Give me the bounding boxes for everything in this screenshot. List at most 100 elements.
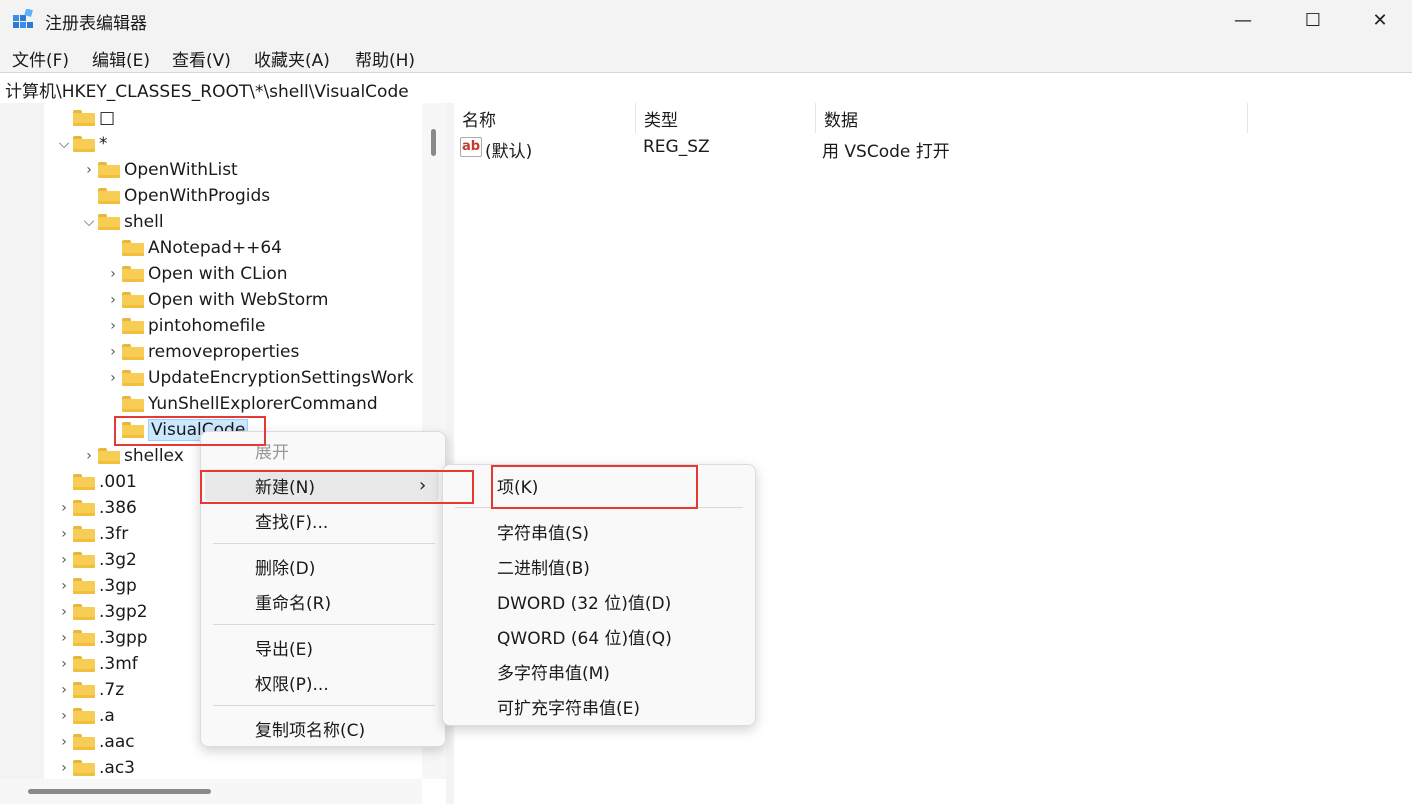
chevron-right-icon[interactable]: › [104,313,122,339]
maximize-icon: ☐ [1304,9,1322,31]
tree-item[interactable]: › .aac [55,729,135,755]
chevron-right-icon[interactable]: › [104,365,122,391]
chevron-right-icon[interactable]: › [55,677,73,703]
tree-item-label: □ [99,108,116,128]
tree-item[interactable]: › UpdateEncryptionSettingsWork [104,365,413,391]
tree-item[interactable]: › .3gp2 [55,599,148,625]
chevron-right-icon[interactable]: › [55,729,73,755]
chevron-right-icon[interactable]: › [104,261,122,287]
menu-bar: 文件(F) 编辑(E) 查看(V) 收藏夹(A) 帮助(H) [0,40,1412,72]
tree-item[interactable]: › .3gp [55,573,137,599]
tree-item-label: .aac [99,732,135,752]
menu-item-rename[interactable]: 重命名(R) [255,585,331,617]
menu-separator [213,543,435,544]
column-header-type[interactable]: 类型 [636,103,816,133]
menu-favorites[interactable]: 收藏夹(A) [254,46,330,71]
tree-item-label: .3fr [99,524,129,544]
tree-item[interactable]: › .3gpp [55,625,148,651]
submenu-item-multi-string[interactable]: 多字符串值(M) [497,655,610,687]
address-path[interactable]: 计算机\HKEY_CLASSES_ROOT\*\shell\VisualCode [5,77,409,102]
tree-item[interactable]: □ [55,105,115,131]
tree-item[interactable]: YunShellExplorerCommand [104,391,378,417]
tree-item-shell[interactable]: ⌵ shell [80,209,164,235]
tree-item[interactable]: › shellex [80,443,184,469]
chevron-right-icon[interactable]: › [55,495,73,521]
folder-icon [122,396,144,412]
address-bar[interactable]: 计算机\HKEY_CLASSES_ROOT\*\shell\VisualCode [0,72,1412,104]
tree-item[interactable]: › .386 [55,495,137,521]
tree-item[interactable]: OpenWithProgids [80,183,270,209]
chevron-right-icon[interactable]: › [104,339,122,365]
folder-icon [73,604,95,620]
tree-item[interactable]: › Open with CLion [104,261,288,287]
tree-item[interactable]: › .a [55,703,115,729]
menu-item-export[interactable]: 导出(E) [255,631,313,663]
tree-item-label: .3gp2 [99,602,148,622]
maximize-button[interactable]: ☐ [1278,0,1348,40]
chevron-right-icon[interactable]: › [55,651,73,677]
menu-view[interactable]: 查看(V) [172,46,231,71]
chevron-right-icon[interactable]: › [55,599,73,625]
tree-item[interactable]: › .ac3 [55,755,135,781]
folder-icon [73,630,95,646]
scrollbar-thumb[interactable] [431,129,436,156]
tree-item[interactable]: › .3fr [55,521,128,547]
tree-item-star[interactable]: ⌵ * [55,131,108,157]
scrollbar-thumb[interactable] [28,789,211,794]
menu-edit[interactable]: 编辑(E) [92,46,150,71]
tree-item[interactable]: › OpenWithList [80,157,238,183]
folder-icon [98,448,120,464]
folder-icon [73,578,95,594]
tree-horizontal-scrollbar[interactable] [0,779,422,804]
minimize-button[interactable]: — [1208,0,1278,40]
tree-item-label: .386 [99,498,137,518]
folder-icon [122,370,144,386]
chevron-right-icon[interactable]: › [55,521,73,547]
chevron-right-icon[interactable]: › [55,573,73,599]
tree-item-label: shell [124,212,164,232]
tree-item[interactable]: ANotepad++64 [104,235,282,261]
submenu-item-string[interactable]: 字符串值(S) [497,515,589,547]
tree-item[interactable]: › Open with WebStorm [104,287,328,313]
chevron-down-icon[interactable]: ⌵ [80,209,98,235]
tree-item[interactable]: › pintohomefile [104,313,265,339]
tree-item-label: shellex [124,446,184,466]
chevron-right-icon[interactable]: › [55,547,73,573]
chevron-right-icon[interactable]: › [80,443,98,469]
submenu-item-expandable-string[interactable]: 可扩充字符串值(E) [497,690,640,722]
tree-item-label: .3gpp [99,628,148,648]
chevron-right-icon[interactable]: › [55,703,73,729]
annotation-box-key [491,465,698,509]
submenu-item-dword[interactable]: DWORD (32 位)值(D) [497,585,671,617]
column-header-name[interactable]: 名称 [454,103,636,133]
tree-item[interactable]: › .7z [55,677,124,703]
submenu-item-binary[interactable]: 二进制值(B) [497,550,590,582]
chevron-right-icon[interactable]: › [104,287,122,313]
chevron-down-icon[interactable]: ⌵ [55,131,73,157]
chevron-right-icon[interactable]: › [80,157,98,183]
value-row[interactable]: ab (默认) REG_SZ 用 VSCode 打开 [454,135,1412,162]
menu-item-find[interactable]: 查找(F)... [255,504,328,536]
chevron-right-icon[interactable]: › [55,755,73,781]
menu-item-permissions[interactable]: 权限(P)... [255,666,329,698]
chevron-icon [104,235,122,261]
tree-item[interactable]: › .3mf [55,651,138,677]
tree-item[interactable]: .001 [55,469,137,495]
submenu-item-qword[interactable]: QWORD (64 位)值(Q) [497,620,672,652]
tree-item-label: .3gp [99,576,137,596]
menu-file[interactable]: 文件(F) [12,46,69,71]
menu-help[interactable]: 帮助(H) [355,46,415,71]
column-header-data[interactable]: 数据 [816,103,1248,133]
menu-item-delete[interactable]: 删除(D) [255,550,315,582]
tree-item[interactable]: › removeproperties [104,339,299,365]
chevron-right-icon[interactable]: › [55,625,73,651]
menu-item-copy-key-name[interactable]: 复制项名称(C) [255,712,365,744]
tree-item-label: Open with CLion [148,264,288,284]
tree-item-label: YunShellExplorerCommand [148,394,378,414]
folder-icon [73,708,95,724]
tree-item[interactable]: › .3g2 [55,547,137,573]
tree-item-label: OpenWithList [124,160,238,180]
chevron-icon [55,105,73,131]
close-button[interactable]: ✕ [1348,0,1412,40]
folder-icon [73,682,95,698]
